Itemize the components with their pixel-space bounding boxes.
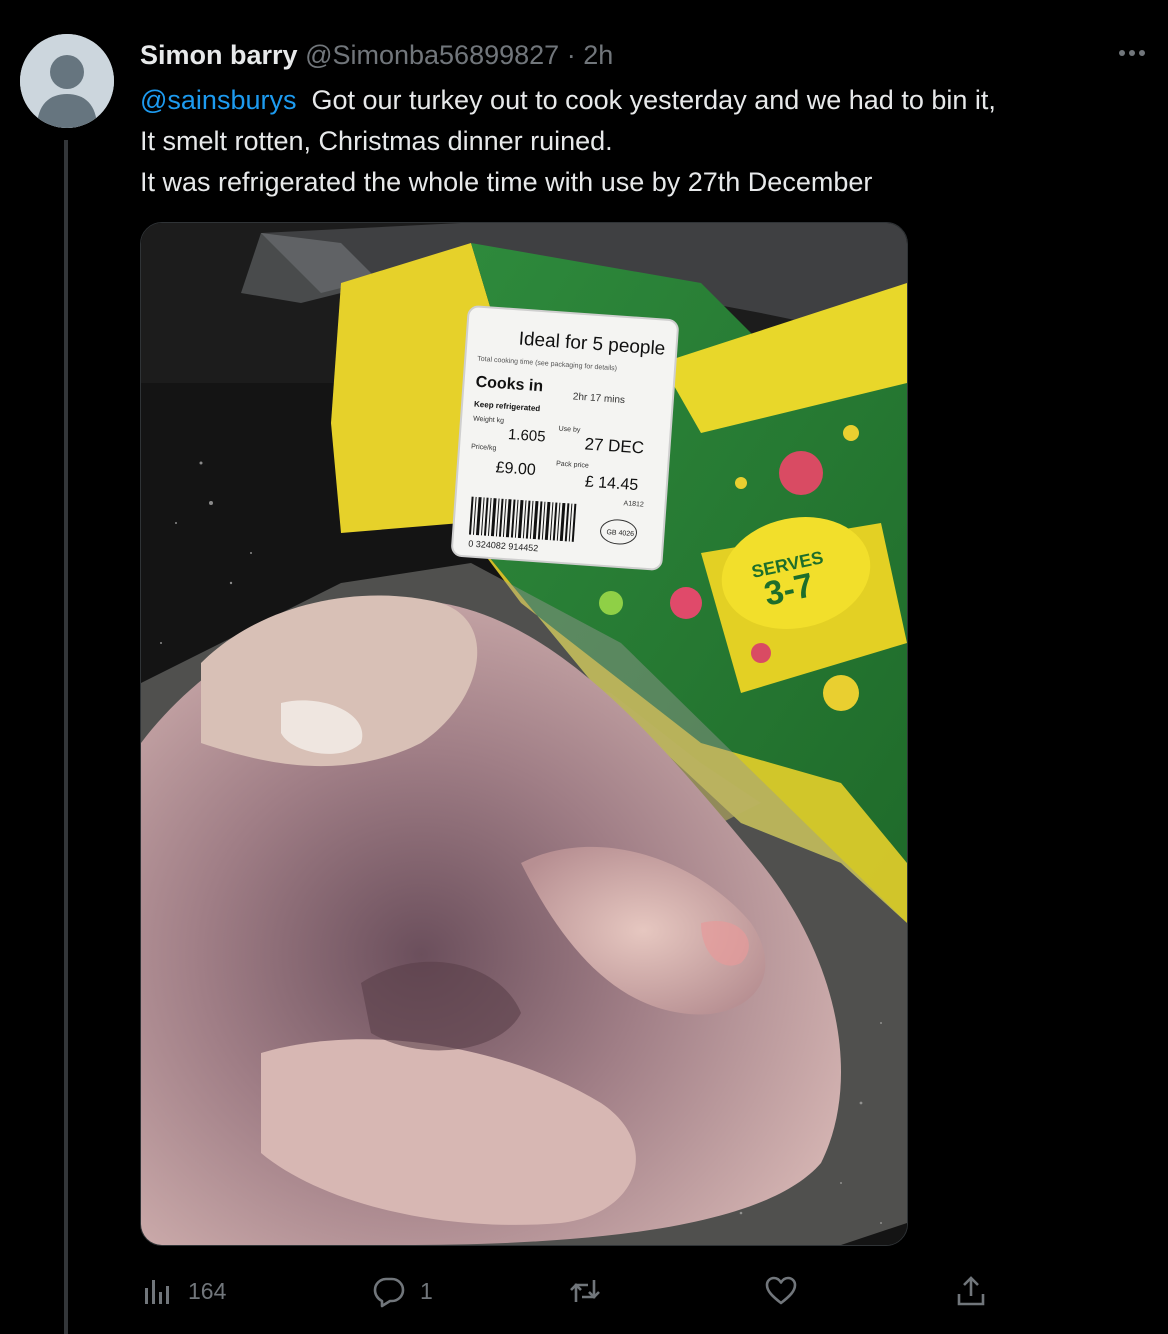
tweet-line-3: It was refrigerated the whole time with …	[140, 167, 873, 197]
reply-button[interactable]: 1	[372, 1262, 433, 1320]
views-button[interactable]: 164	[140, 1262, 226, 1320]
reply-count: 1	[420, 1277, 433, 1304]
author-name[interactable]: Simon barry	[140, 40, 298, 70]
reply-icon	[373, 1277, 405, 1308]
avatar[interactable]	[20, 34, 114, 128]
share-button[interactable]	[954, 1262, 988, 1320]
tweet-line-1: @sainsburys Got our turkey out to cook y…	[140, 80, 1140, 121]
tweet-actions: 164 1	[140, 1262, 1000, 1320]
label-weight: 1.605	[507, 426, 546, 446]
separator-dot: ·	[566, 40, 576, 70]
tweet-line-1-text: Got our turkey out to cook yesterday and…	[311, 85, 996, 115]
tweet-time[interactable]: 2h	[583, 40, 613, 70]
tweet-line-2: It smelt rotten, Christmas dinner ruined…	[140, 126, 613, 156]
more-icon	[1119, 50, 1145, 56]
avatar-placeholder-icon	[20, 34, 114, 128]
label-price-kg: £9.00	[495, 459, 536, 479]
author-handle[interactable]: @Simonba56899827	[305, 40, 559, 70]
views-icon	[145, 1280, 169, 1304]
tweet-text: @sainsburys Got our turkey out to cook y…	[140, 80, 1140, 203]
views-count: 164	[188, 1277, 227, 1304]
turkey-photo: SERVES 3-7 Ideal for 5 people Total cook…	[141, 223, 907, 1245]
label-code: A1812	[623, 500, 644, 508]
like-icon	[765, 1276, 797, 1305]
tweet-photo[interactable]: SERVES 3-7 Ideal for 5 people Total cook…	[140, 222, 908, 1246]
thread-line	[64, 140, 68, 1334]
mention-link[interactable]: @sainsburys	[140, 85, 296, 115]
like-button[interactable]	[764, 1262, 798, 1320]
retweet-icon	[570, 1280, 600, 1302]
more-button[interactable]	[1112, 40, 1152, 70]
share-icon	[957, 1276, 985, 1306]
retweet-button[interactable]	[568, 1262, 602, 1320]
tweet-header: Simon barry @Simonba56899827 · 2h	[140, 38, 613, 72]
